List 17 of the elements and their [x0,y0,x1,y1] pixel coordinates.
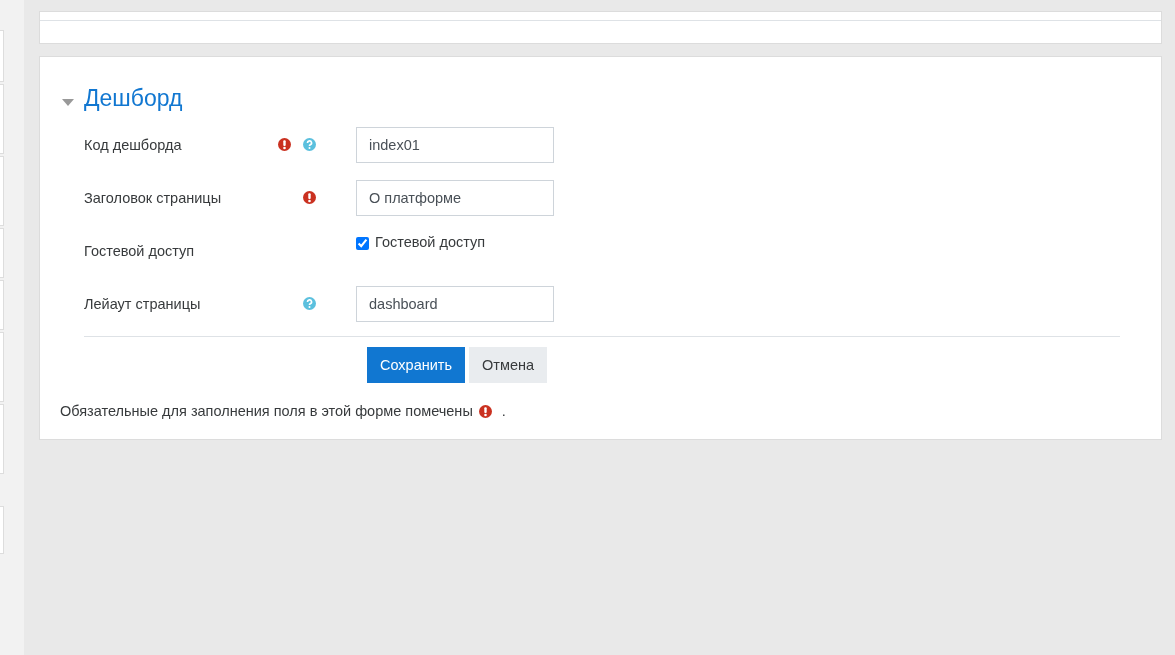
help-icon[interactable] [303,138,316,151]
section-title[interactable]: Дешборд [84,85,183,112]
checkbox[interactable] [356,237,369,250]
field-label: Код дешборда [84,136,183,153]
required-icon [478,404,492,418]
help-icon[interactable] [303,297,316,310]
text-field[interactable]: index01 [356,126,554,163]
required-note: Обязательные для заполнения поля в этой форме помечены [60,403,473,419]
cancel-button[interactable]: Отмена [469,347,548,383]
checkbox-label[interactable]: Гостевой доступ [375,234,486,250]
field-label: Лейаут страницы [84,295,202,312]
field-label: Гостевой доступ [84,242,196,259]
save-button[interactable]: Сохранить [367,347,466,383]
text-field[interactable]: dashboard [356,285,554,322]
text-field[interactable]: О платформе [356,179,554,216]
period-text: . [501,403,506,419]
field-label: Заголовок страницы [84,189,223,206]
